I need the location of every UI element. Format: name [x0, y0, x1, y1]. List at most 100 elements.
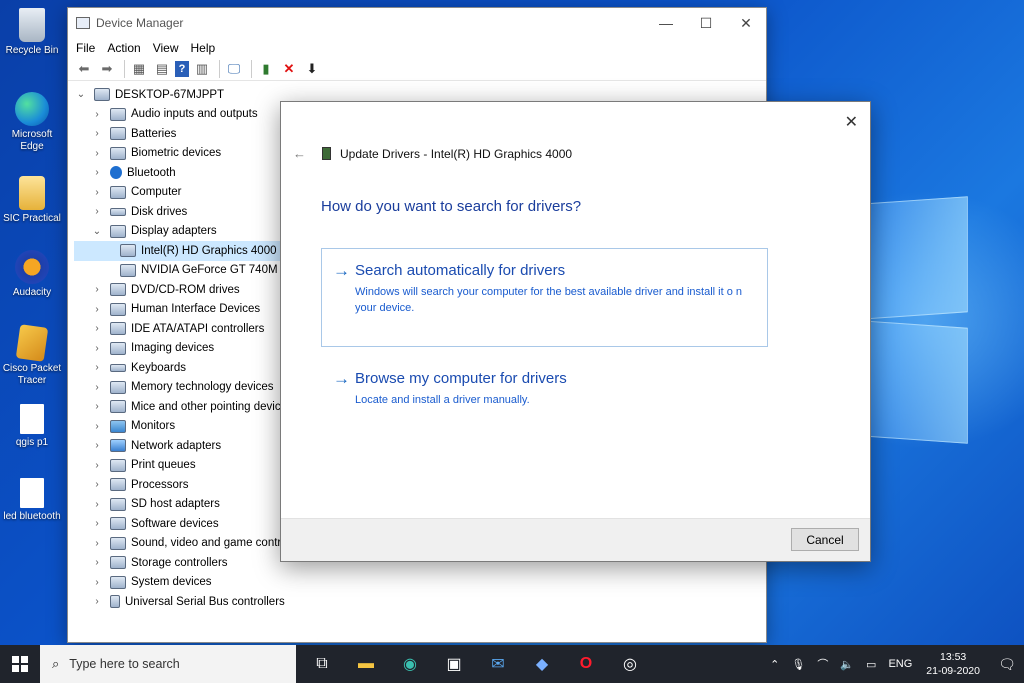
- clock-date: 21-09-2020: [926, 665, 980, 677]
- start-button[interactable]: [0, 645, 40, 683]
- chevron-right-icon[interactable]: ›: [90, 284, 104, 295]
- ide-controller-icon: [110, 322, 126, 336]
- windows-icon: [12, 656, 28, 672]
- system-tray: ⌃ 🎙 ⌒ 🔈 ▭ ENG 13:53 21-09-2020 🗨: [764, 650, 1024, 678]
- chevron-right-icon[interactable]: ›: [90, 304, 104, 315]
- action-pane-icon[interactable]: ▥: [192, 59, 212, 79]
- desktop-icon-audacity[interactable]: Audacity: [0, 250, 64, 299]
- bluetooth-icon: [110, 166, 122, 180]
- arrow-right-icon: →: [333, 261, 350, 280]
- battery-icon[interactable]: ▭: [866, 658, 876, 671]
- toolbar: ⬅ ➡ ▦ ▤ ? ▥ 🖵 ▮ ✕ ⬇: [68, 57, 766, 81]
- desktop-icon-recycle-bin[interactable]: Recycle Bin: [0, 8, 64, 57]
- chevron-down-icon[interactable]: ⌄: [74, 89, 88, 100]
- file-icon: [20, 478, 44, 508]
- chevron-right-icon[interactable]: ›: [90, 148, 104, 159]
- chevron-right-icon[interactable]: ›: [90, 538, 104, 549]
- hid-icon: [110, 302, 126, 316]
- speaker-icon: [110, 107, 126, 121]
- tree-category[interactable]: › System devices: [74, 573, 766, 593]
- clock-time: 13:53: [940, 651, 967, 663]
- computer-icon: [110, 185, 126, 199]
- chevron-up-icon[interactable]: ⌃: [770, 658, 779, 671]
- cancel-button[interactable]: Cancel: [791, 528, 859, 551]
- file-icon: [20, 404, 44, 434]
- chevron-right-icon[interactable]: ›: [90, 128, 104, 139]
- dvd-drive-icon: [110, 283, 126, 297]
- chevron-right-icon[interactable]: ›: [90, 557, 104, 568]
- keyboard-icon: [110, 363, 126, 372]
- chevron-right-icon[interactable]: ›: [90, 187, 104, 198]
- close-button[interactable]: ✕: [726, 8, 766, 38]
- update-driver-icon[interactable]: ▮: [256, 59, 276, 79]
- volume-icon[interactable]: 🔈: [840, 658, 854, 671]
- mail-icon[interactable]: ✉: [476, 645, 520, 683]
- search-automatically-option[interactable]: → Search automatically for drivers Windo…: [333, 262, 755, 316]
- chevron-right-icon[interactable]: ›: [90, 362, 104, 373]
- scan-hardware-icon[interactable]: 🖵: [224, 59, 244, 79]
- maximize-button[interactable]: ☐: [686, 8, 726, 38]
- dialog-close-button[interactable]: ✕: [845, 112, 858, 132]
- chevron-down-icon[interactable]: ⌄: [90, 226, 104, 237]
- device-manager-titlebar[interactable]: Device Manager — ☐ ✕: [68, 8, 766, 38]
- minimize-button[interactable]: —: [646, 8, 686, 38]
- clock[interactable]: 13:53 21-09-2020: [926, 650, 980, 678]
- display-adapter-icon: [120, 263, 136, 277]
- packet-tracer-icon[interactable]: ◆: [520, 645, 564, 683]
- menu-file[interactable]: File: [76, 41, 95, 55]
- language-indicator[interactable]: ENG: [888, 658, 912, 670]
- option-description: Locate and install a driver manually.: [355, 394, 530, 406]
- store-icon[interactable]: ▣: [432, 645, 476, 683]
- chevron-right-icon[interactable]: ›: [90, 479, 104, 490]
- desktop-icon-sic-practical[interactable]: SIC Practical: [0, 176, 64, 225]
- help-icon[interactable]: ?: [175, 60, 189, 77]
- wifi-icon[interactable]: ⌒: [817, 656, 828, 672]
- dialog-title: Update Drivers - Intel(R) HD Graphics 40…: [340, 146, 573, 161]
- desktop-icon-qgis-p1[interactable]: qgis p1: [0, 404, 64, 449]
- file-explorer-icon[interactable]: ▬: [344, 645, 388, 683]
- chevron-right-icon[interactable]: ›: [90, 167, 104, 178]
- chevron-right-icon[interactable]: ›: [90, 421, 104, 432]
- back-arrow-icon[interactable]: ←: [293, 146, 306, 161]
- chevron-right-icon[interactable]: ›: [90, 382, 104, 393]
- search-placeholder: Type here to search: [69, 657, 180, 671]
- disable-device-icon[interactable]: ⬇: [302, 59, 322, 79]
- edge-icon[interactable]: ◉: [388, 645, 432, 683]
- browse-computer-option[interactable]: → Browse my computer for drivers Locate …: [333, 370, 755, 408]
- battery-icon: [110, 127, 126, 141]
- chevron-right-icon[interactable]: ›: [90, 343, 104, 354]
- chevron-right-icon[interactable]: ›: [90, 109, 104, 120]
- menu-action[interactable]: Action: [107, 41, 140, 55]
- opera-icon[interactable]: O: [564, 645, 608, 683]
- chevron-right-icon[interactable]: ›: [90, 440, 104, 451]
- chevron-right-icon[interactable]: ›: [90, 460, 104, 471]
- chevron-right-icon[interactable]: ›: [90, 401, 104, 412]
- forward-arrow-icon[interactable]: ➡: [97, 59, 117, 79]
- task-view-icon[interactable]: ⧉: [300, 645, 344, 683]
- update-drivers-dialog: ✕ ← Update Drivers - Intel(R) HD Graphic…: [280, 101, 871, 562]
- storage-icon: [110, 556, 126, 570]
- desktop-icon-edge[interactable]: Microsoft Edge: [0, 92, 64, 153]
- chevron-right-icon[interactable]: ›: [90, 577, 104, 588]
- network-adapter-icon: [110, 439, 126, 453]
- microphone-icon[interactable]: 🎙: [791, 658, 805, 671]
- uninstall-device-icon[interactable]: ✕: [279, 59, 299, 79]
- chevron-right-icon[interactable]: ›: [90, 518, 104, 529]
- chevron-right-icon[interactable]: ›: [90, 596, 104, 607]
- properties-icon[interactable]: ▤: [152, 59, 172, 79]
- chevron-right-icon[interactable]: ›: [90, 499, 104, 510]
- obs-icon[interactable]: ◎: [608, 645, 652, 683]
- sound-icon: [110, 536, 126, 550]
- chevron-right-icon[interactable]: ›: [90, 206, 104, 217]
- tree-category[interactable]: › Universal Serial Bus controllers: [74, 592, 766, 612]
- notification-icon[interactable]: 🗨: [990, 656, 1024, 673]
- taskbar-search-input[interactable]: ⌕ Type here to search: [40, 645, 296, 683]
- option-title: Browse my computer for drivers: [355, 370, 567, 387]
- desktop-icon-packet-tracer[interactable]: Cisco Packet Tracer: [0, 324, 64, 387]
- desktop-icon-led-bluetooth[interactable]: led bluetooth: [0, 478, 64, 523]
- chevron-right-icon[interactable]: ›: [90, 323, 104, 334]
- show-hide-console-tree-icon[interactable]: ▦: [129, 59, 149, 79]
- back-arrow-icon[interactable]: ⬅: [74, 59, 94, 79]
- menu-help[interactable]: Help: [191, 41, 216, 55]
- menu-view[interactable]: View: [153, 41, 179, 55]
